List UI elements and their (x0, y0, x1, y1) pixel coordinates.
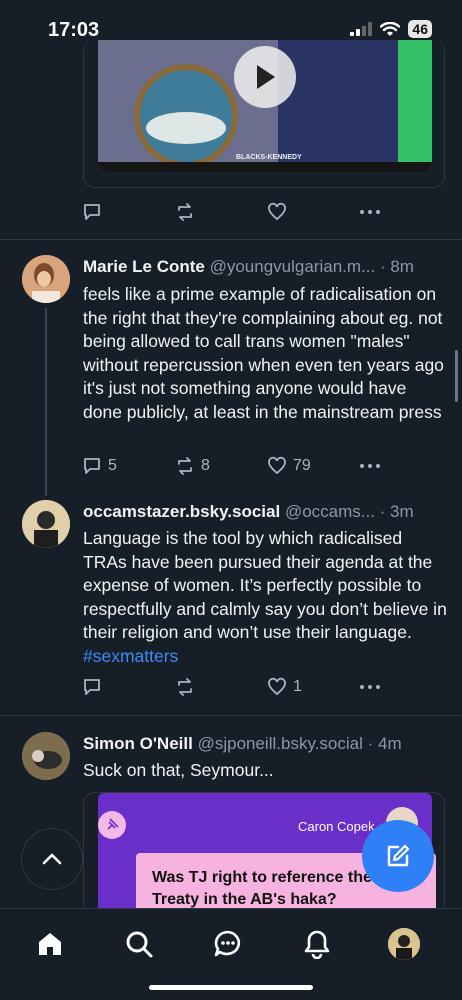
reply-button[interactable] (82, 677, 102, 697)
pencil-icon (387, 844, 410, 867)
like-button[interactable] (267, 202, 287, 222)
repost-button[interactable] (175, 677, 195, 697)
tab-profile[interactable] (387, 927, 421, 961)
more-icon (360, 210, 380, 214)
post-text: feels like a prime example of radicalisa… (83, 284, 444, 422)
repost-icon (178, 203, 192, 221)
more-icon (360, 685, 380, 689)
heart-icon (268, 456, 286, 475)
play-icon (257, 65, 275, 89)
tab-chat[interactable] (211, 927, 245, 961)
hashtag-link[interactable]: #sexmatters (83, 646, 178, 666)
video-caption: BLACKS-KENNEDY (236, 154, 302, 161)
video-thumbnail[interactable]: BLACKS-KENNEDY (98, 40, 432, 172)
like-button[interactable]: 79 (267, 456, 311, 476)
avatar[interactable] (22, 255, 70, 303)
repost-icon (178, 457, 192, 475)
repost-button[interactable] (175, 202, 195, 222)
like-count: 79 (293, 457, 311, 474)
post-header: occamstazer.bsky.social @occams... · 3m (83, 502, 414, 522)
author-handle[interactable]: @occams... (285, 502, 375, 521)
post-time: · 4m (367, 734, 402, 753)
repost-count: 8 (201, 457, 210, 474)
pin-icon (98, 811, 126, 839)
chevron-up-icon (42, 853, 62, 865)
avatar[interactable] (22, 500, 70, 548)
more-button[interactable] (359, 677, 381, 697)
compose-button[interactable] (362, 820, 434, 892)
more-icon (360, 464, 380, 468)
heart-icon (268, 677, 286, 696)
post-header: Simon O'Neill @sjponeill.bsky.social · 4… (83, 734, 402, 754)
wifi-icon (380, 21, 401, 36)
post-time: · 3m (379, 502, 414, 521)
author-name[interactable]: Simon O'Neill (83, 734, 193, 753)
repost-button[interactable]: 8 (175, 456, 210, 476)
post-text: Language is the tool by which radicalise… (83, 527, 448, 669)
post-divider (0, 239, 462, 240)
post-body: Language is the tool by which radicalise… (83, 528, 447, 643)
search-icon (126, 931, 153, 958)
chat-icon (214, 930, 241, 957)
reply-count: 5 (108, 457, 117, 474)
video-embed-card[interactable]: BLACKS-KENNEDY (83, 40, 445, 188)
tab-search[interactable] (122, 927, 156, 961)
play-button[interactable] (234, 46, 296, 108)
more-button[interactable] (359, 456, 381, 476)
embed-author: Caron Copek (298, 819, 375, 834)
scroll-to-top-button[interactable] (21, 828, 83, 890)
home-indicator (149, 985, 313, 990)
post-time: · 8m (379, 257, 414, 276)
avatar[interactable] (22, 732, 70, 780)
status-time: 17:03 (48, 19, 100, 41)
reply-icon (84, 679, 100, 695)
battery-indicator: 46 (408, 20, 432, 38)
repost-icon (178, 678, 192, 696)
signal-icon (350, 22, 373, 36)
reply-icon (84, 204, 100, 220)
like-button[interactable]: 1 (267, 677, 302, 697)
post-text: Suck on that, Seymour... (83, 760, 274, 780)
bell-icon (304, 930, 330, 959)
tab-notifications[interactable] (300, 927, 334, 961)
home-icon (39, 933, 61, 955)
heart-icon (268, 202, 286, 221)
author-name[interactable]: occamstazer.bsky.social (83, 502, 280, 521)
thread-line (45, 308, 47, 496)
post-header: Marie Le Conte @youngvulgarian.m... · 8m (83, 257, 414, 277)
reply-button[interactable]: 5 (82, 456, 117, 476)
reply-icon (84, 458, 100, 474)
like-count: 1 (293, 678, 302, 695)
post-divider (0, 715, 462, 716)
profile-avatar (388, 928, 420, 960)
reply-button[interactable] (82, 202, 102, 222)
author-handle[interactable]: @sjponeill.bsky.social (198, 734, 363, 753)
author-handle[interactable]: @youngvulgarian.m... (210, 257, 376, 276)
scrollbar[interactable] (455, 350, 458, 402)
tab-home[interactable] (33, 927, 67, 961)
author-name[interactable]: Marie Le Conte (83, 257, 205, 276)
status-icons: 46 (350, 20, 432, 38)
more-button[interactable] (359, 202, 381, 222)
